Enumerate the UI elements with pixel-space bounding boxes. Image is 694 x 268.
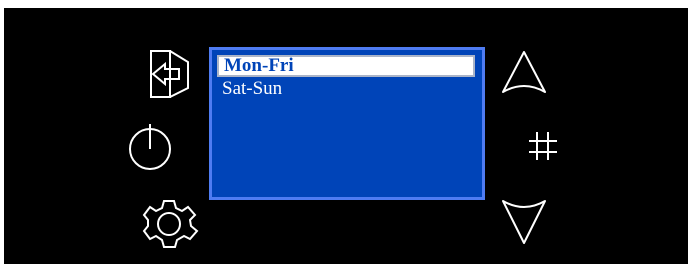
menu-item-selected[interactable]: Mon-Fri xyxy=(217,55,475,77)
back-button[interactable] xyxy=(148,48,194,100)
menu-screen: Mon-Fri Sat-Sun xyxy=(209,47,485,200)
down-button[interactable] xyxy=(499,197,549,247)
menu-item[interactable]: Sat-Sun xyxy=(217,78,282,100)
up-button[interactable] xyxy=(499,48,549,96)
gear-icon xyxy=(142,200,199,248)
up-arrow-icon xyxy=(502,51,546,93)
power-icon xyxy=(129,124,171,170)
back-icon xyxy=(150,50,189,98)
settings-button[interactable] xyxy=(142,194,199,252)
power-button[interactable] xyxy=(127,122,177,174)
hash-button[interactable] xyxy=(527,130,563,166)
down-arrow-icon xyxy=(502,200,546,244)
hash-icon xyxy=(529,132,557,160)
